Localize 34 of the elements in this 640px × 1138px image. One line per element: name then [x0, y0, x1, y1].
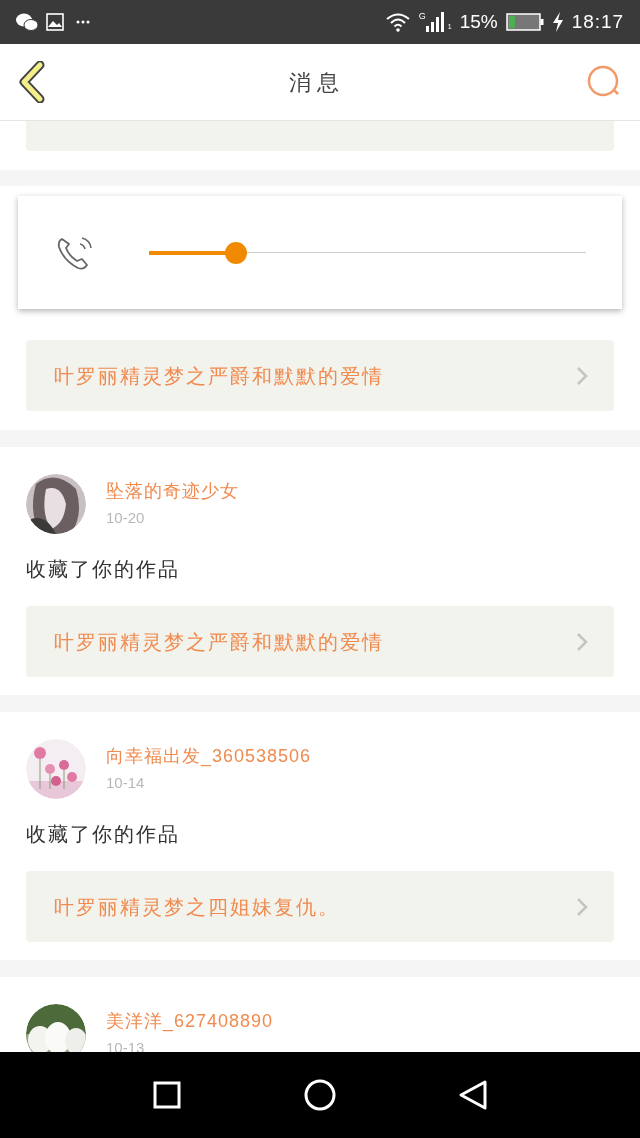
image-icon	[46, 13, 64, 31]
chevron-right-icon	[576, 365, 588, 386]
search-icon	[587, 65, 621, 99]
square-icon	[152, 1081, 181, 1109]
phone-icon	[56, 234, 94, 271]
chat-app-icon	[16, 13, 38, 31]
triangle-icon	[458, 1079, 489, 1111]
clock: 18:17	[571, 9, 624, 34]
action-text: 收藏了你的作品	[26, 822, 181, 847]
network-label: G	[418, 10, 426, 23]
slider-thumb[interactable]	[225, 241, 248, 264]
battery-icon	[505, 13, 544, 31]
more-icon	[76, 20, 90, 24]
message-date: 10-14	[106, 773, 146, 794]
action-text: 收藏了你的作品	[26, 557, 181, 582]
work-title: 叶罗丽精灵梦之严爵和默默的爱情	[54, 363, 385, 389]
user-name[interactable]: 坠落的奇迹少女	[106, 478, 239, 506]
work-title: 叶罗丽精灵梦之严爵和默默的爱情	[54, 629, 385, 655]
chevron-right-icon	[576, 631, 588, 652]
user-name[interactable]: 向幸福出发_360538506	[106, 743, 312, 771]
circle-icon	[304, 1079, 336, 1111]
work-link-card[interactable]: 叶罗丽精灵梦之严爵和默默的爱情	[26, 606, 614, 677]
message-date: 10-20	[106, 508, 146, 529]
work-link-card[interactable]: 叶罗丽精灵梦之严爵和默默的爱情	[26, 340, 614, 411]
charging-icon	[551, 12, 564, 32]
user-name[interactable]: 美洋洋_627408890	[106, 1008, 274, 1036]
work-link-card[interactable]: 叶罗丽精灵梦之四姐妹复仇。	[26, 871, 614, 942]
wifi-icon	[384, 12, 411, 32]
battery-percent: 15%	[459, 9, 498, 34]
chevron-right-icon	[576, 896, 588, 917]
page-title: 消息	[288, 68, 346, 97]
volume-slider[interactable]	[149, 240, 586, 265]
work-title: 叶罗丽精灵梦之四姐妹复仇。	[54, 894, 341, 920]
back-icon	[18, 61, 46, 103]
